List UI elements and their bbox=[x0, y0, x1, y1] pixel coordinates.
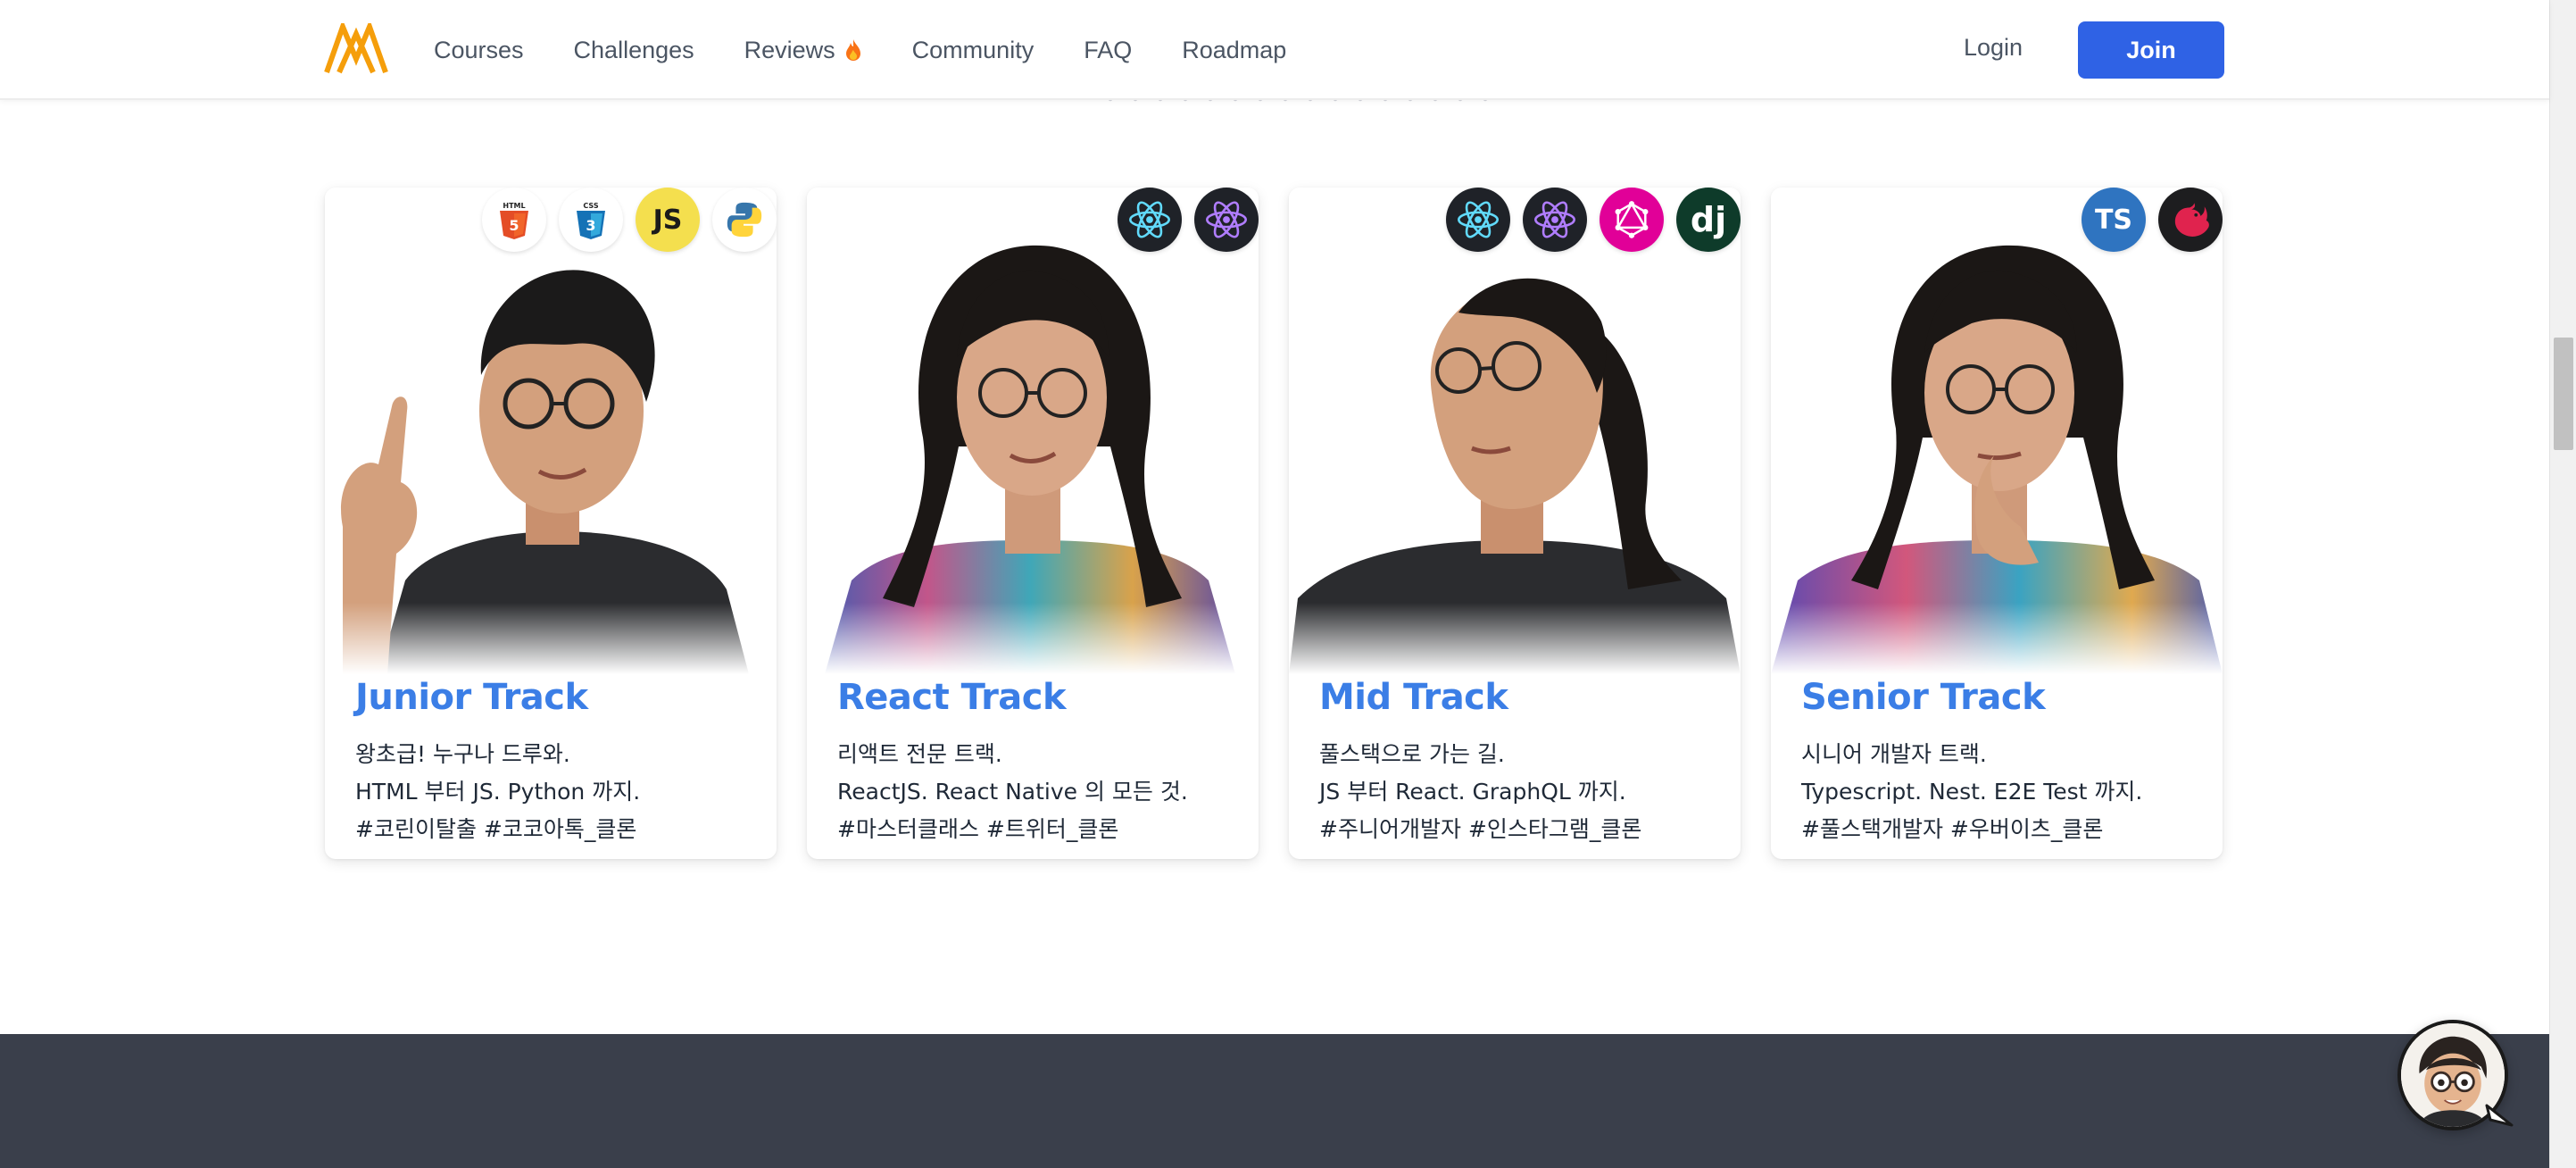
svg-text:5: 5 bbox=[509, 217, 519, 234]
track-title: React Track bbox=[837, 677, 1067, 718]
nav-roadmap[interactable]: Roadmap bbox=[1182, 37, 1286, 64]
tech-stack-icons bbox=[1118, 188, 1259, 252]
person-illustration bbox=[1289, 278, 1741, 674]
javascript-icon: JS bbox=[636, 188, 700, 252]
logo-icon[interactable] bbox=[323, 23, 389, 75]
nav-challenges[interactable]: Challenges bbox=[574, 37, 694, 64]
track-line: 왕초급! 누구나 드루와. bbox=[355, 741, 570, 767]
track-cards: HTML 5 CSS 3 JS Junior Track 왕초급! 누구나 드루와.… bbox=[325, 188, 2223, 859]
scrollbar-thumb[interactable] bbox=[2554, 338, 2573, 450]
nestjs-icon bbox=[2158, 188, 2223, 252]
chat-bubble-tail bbox=[2485, 1104, 2514, 1127]
person-illustration bbox=[825, 245, 1235, 674]
track-line: 시니어 개발자 트랙. bbox=[1801, 741, 1987, 767]
track-title: Senior Track bbox=[1801, 677, 2046, 718]
person-illustration bbox=[1771, 245, 2223, 674]
track-line: ReactJS. React Native 의 모든 것. bbox=[837, 779, 1188, 805]
instructor-photo bbox=[1289, 188, 1741, 674]
graphql-icon bbox=[1600, 188, 1664, 252]
svg-text:CSS: CSS bbox=[583, 202, 598, 210]
track-tags: #마스터클래스 #트위터_클론 bbox=[837, 816, 1119, 842]
photo-fade bbox=[1289, 603, 1741, 674]
track-tags: #코린이탈출 #코코아톡_클론 bbox=[355, 816, 637, 842]
django-icon: dj bbox=[1676, 188, 1741, 252]
track-description: 시니어 개발자 트랙. Typescript. Nest. E2E Test 까… bbox=[1801, 736, 2142, 848]
css3-icon: CSS 3 bbox=[559, 188, 623, 252]
track-line: Typescript. Nest. E2E Test 까지. bbox=[1801, 779, 2143, 805]
tech-stack-icons: TS bbox=[2082, 188, 2223, 252]
photo-fade bbox=[1771, 603, 2223, 674]
python-icon bbox=[712, 188, 777, 252]
typescript-icon: TS bbox=[2082, 188, 2146, 252]
person-illustration bbox=[341, 270, 749, 674]
track-card-senior[interactable]: TS Senior Track 시니어 개발자 트랙. Typescript. … bbox=[1771, 188, 2223, 859]
nav-courses[interactable]: Courses bbox=[434, 37, 524, 64]
flame-icon bbox=[845, 39, 860, 61]
login-link[interactable]: Login bbox=[1964, 34, 2023, 62]
react-icon bbox=[1446, 188, 1510, 252]
instructor-photo bbox=[807, 188, 1259, 674]
react-native-icon bbox=[1194, 188, 1259, 252]
track-description: 리액트 전문 트랙. ReactJS. React Native 의 모든 것.… bbox=[837, 736, 1188, 848]
nav-faq[interactable]: FAQ bbox=[1084, 37, 1132, 64]
js-text: JS bbox=[652, 204, 683, 236]
react-native-icon bbox=[1523, 188, 1587, 252]
nav-label: FAQ bbox=[1084, 36, 1133, 63]
track-title: Junior Track bbox=[355, 677, 588, 718]
instructor-photo bbox=[1771, 188, 2223, 674]
photo-fade bbox=[807, 603, 1259, 674]
track-line: 풀스택으로 가는 길. bbox=[1319, 741, 1505, 767]
nav-label: Community bbox=[911, 36, 1035, 63]
nav-label: Roadmap bbox=[1182, 36, 1287, 63]
nav-community[interactable]: Community bbox=[912, 37, 1035, 64]
track-description: 풀스택으로 가는 길. JS 부터 React. GraphQL 까지. #주니… bbox=[1319, 736, 1641, 848]
footer-section bbox=[0, 1034, 2549, 1168]
track-card-mid[interactable]: dj Mid Track 풀스택으로 가는 길. JS 부터 React. Gr… bbox=[1289, 188, 1741, 859]
photo-fade bbox=[325, 603, 777, 674]
svg-text:3: 3 bbox=[586, 217, 595, 234]
track-tags: #풀스택개발자 #우버이츠_클론 bbox=[1801, 816, 2104, 842]
track-line: 리액트 전문 트랙. bbox=[837, 741, 1002, 767]
nav-reviews[interactable]: Reviews bbox=[744, 37, 862, 64]
nav-label: Reviews bbox=[744, 36, 835, 63]
track-line: HTML 부터 JS. Python 까지. bbox=[355, 779, 641, 805]
join-button[interactable]: Join bbox=[2078, 21, 2224, 79]
ts-text: TS bbox=[2094, 204, 2133, 236]
html5-icon: HTML 5 bbox=[482, 188, 546, 252]
tech-stack-icons: HTML 5 CSS 3 JS bbox=[482, 188, 777, 252]
nav-label: Challenges bbox=[573, 36, 694, 63]
track-tags: #주니어개발자 #인스타그램_클론 bbox=[1319, 816, 1642, 842]
tech-stack-icons: dj bbox=[1446, 188, 1741, 252]
page-scrollbar[interactable] bbox=[2549, 0, 2576, 1168]
dj-text: dj bbox=[1690, 200, 1727, 239]
instructor-photo bbox=[325, 188, 777, 674]
site-header: Courses Challenges Reviews Community FAQ… bbox=[0, 0, 2549, 100]
track-description: 왕초급! 누구나 드루와. HTML 부터 JS. Python 까지. #코린… bbox=[355, 736, 640, 848]
svg-text:HTML: HTML bbox=[503, 202, 525, 210]
react-icon bbox=[1118, 188, 1182, 252]
track-card-junior[interactable]: HTML 5 CSS 3 JS Junior Track 왕초급! 누구나 드루와.… bbox=[325, 188, 777, 859]
nav-label: Courses bbox=[434, 36, 524, 63]
track-line: JS 부터 React. GraphQL 까지. bbox=[1319, 779, 1626, 805]
track-title: Mid Track bbox=[1319, 677, 1508, 718]
track-card-react[interactable]: React Track 리액트 전문 트랙. ReactJS. React Na… bbox=[807, 188, 1259, 859]
main-nav: Courses Challenges Reviews Community FAQ… bbox=[434, 0, 1286, 100]
